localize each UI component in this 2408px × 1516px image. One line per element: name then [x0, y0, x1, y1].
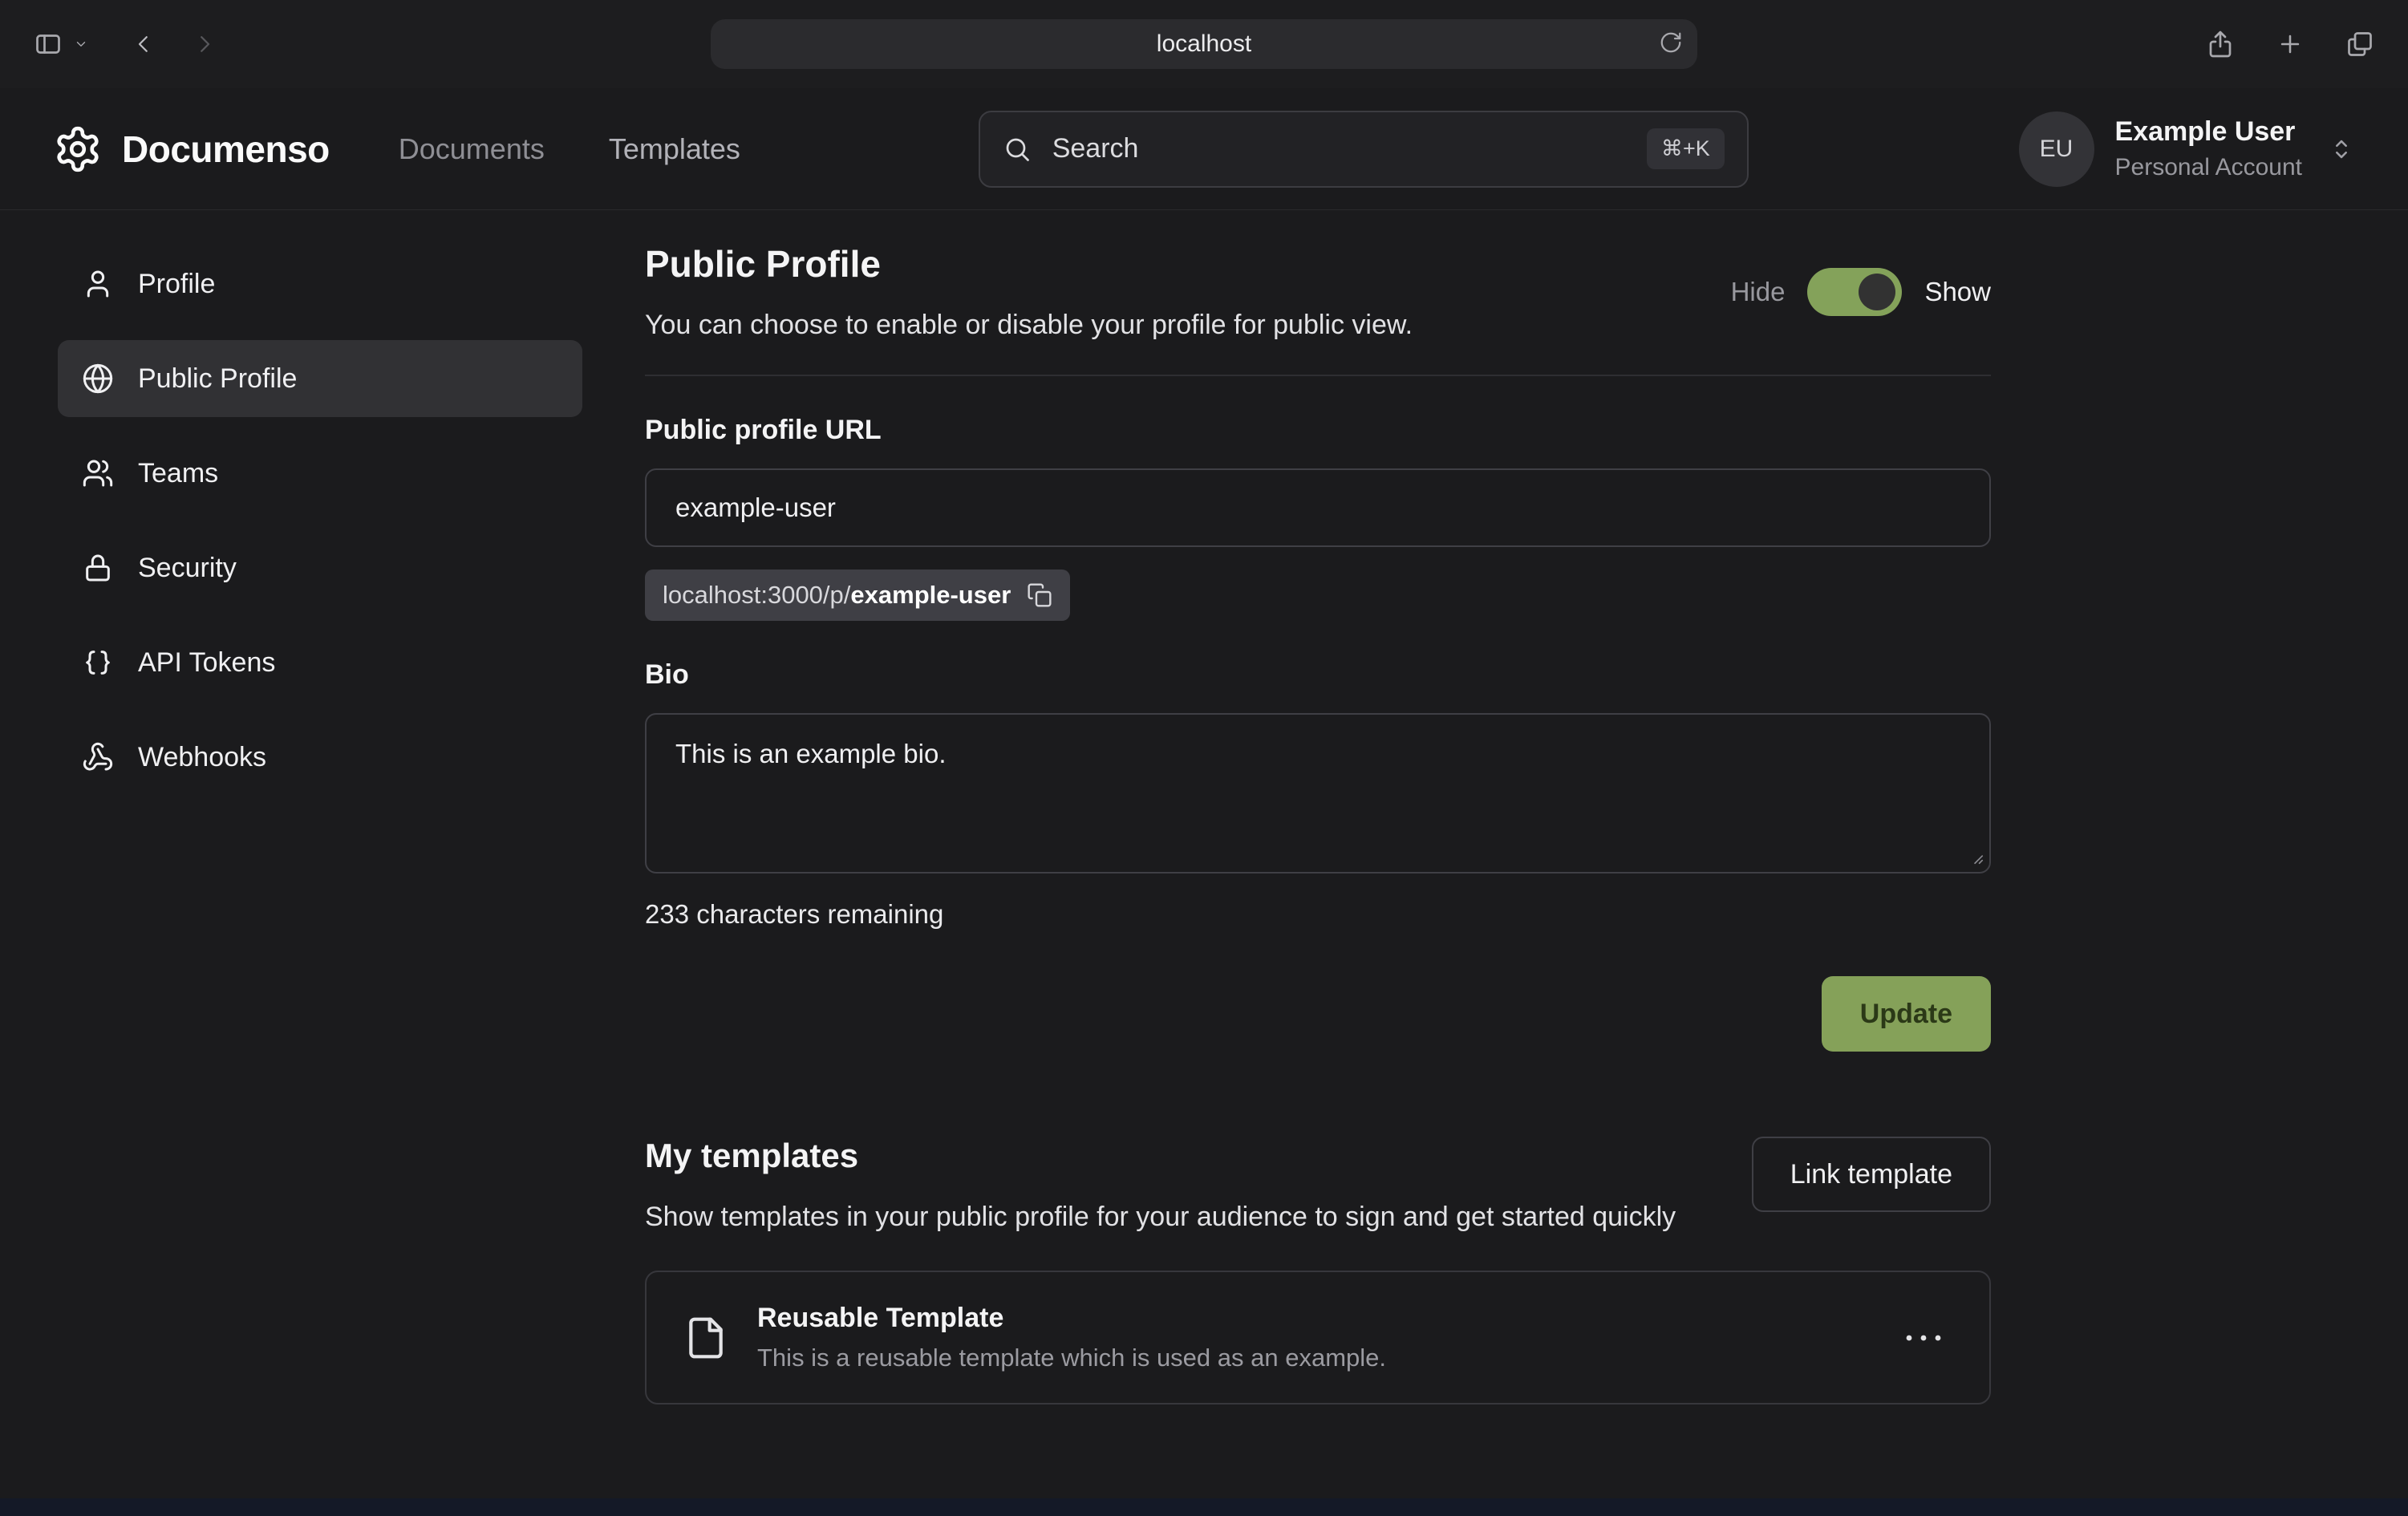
template-description: This is a reusable template which is use…	[757, 1344, 1386, 1372]
public-profile-settings: Public Profile You can choose to enable …	[645, 210, 1991, 1498]
chevrons-up-down-icon	[2328, 136, 2355, 163]
globe-icon	[82, 363, 114, 395]
profile-url-text: localhost:3000/p/example-user	[663, 581, 1011, 610]
nav-documents[interactable]: Documents	[399, 132, 545, 166]
reload-icon	[1659, 30, 1683, 55]
sidebar-item-label: Public Profile	[138, 363, 297, 395]
browser-chrome: localhost	[0, 0, 2408, 88]
sidebar-item-label: Teams	[138, 458, 218, 489]
public-profile-url-input[interactable]	[645, 468, 1991, 547]
search-input[interactable]	[1051, 132, 1628, 165]
sidebar-item-public-profile[interactable]: Public Profile	[58, 340, 582, 417]
page-title: Public Profile	[645, 242, 1413, 286]
nav-templates[interactable]: Templates	[609, 132, 740, 166]
hide-label: Hide	[1731, 277, 1786, 307]
bio-label: Bio	[645, 659, 1991, 691]
share-button[interactable]	[2206, 30, 2235, 59]
sidebar-item-api-tokens[interactable]: API Tokens	[58, 624, 582, 701]
sidebar-item-label: Profile	[138, 269, 215, 300]
forward-button[interactable]	[193, 32, 217, 56]
browser-nav-controls	[34, 30, 711, 59]
search-icon	[1003, 135, 1032, 164]
profile-url-slug: example-user	[850, 581, 1011, 609]
plus-icon	[2276, 30, 2304, 58]
search-shortcut-badge: ⌘+K	[1647, 128, 1725, 169]
copy-url-button[interactable]	[1027, 582, 1052, 608]
browser-window-controls	[1697, 30, 2374, 59]
switch-knob	[1859, 274, 1895, 310]
sidebar-dropdown-button[interactable]	[74, 37, 88, 51]
primary-nav: Documents Templates	[399, 132, 740, 166]
account-name: Example User	[2115, 116, 2302, 148]
sidebar-item-label: API Tokens	[138, 647, 275, 679]
window-bottom-edge	[0, 1498, 2408, 1516]
users-icon	[82, 457, 114, 489]
templates-title: My templates	[645, 1137, 1676, 1175]
sidebar-icon	[34, 30, 63, 59]
sidebar-item-webhooks[interactable]: Webhooks	[58, 719, 582, 796]
update-button[interactable]: Update	[1822, 976, 1991, 1052]
templates-description: Show templates in your public profile fo…	[645, 1198, 1676, 1237]
templates-head-text: My templates Show templates in your publ…	[645, 1137, 1676, 1237]
sidebar-item-profile[interactable]: Profile	[58, 245, 582, 322]
file-icon	[683, 1315, 728, 1360]
documenso-logo-icon	[53, 124, 103, 174]
ellipsis-icon	[1903, 1332, 1944, 1344]
sidebar-item-label: Security	[138, 553, 237, 584]
user-icon	[82, 268, 114, 300]
reload-button[interactable]	[1659, 30, 1683, 55]
documenso-app: Documenso Documents Templates ⌘+K EU Exa…	[0, 88, 2408, 1498]
sidebar-item-label: Webhooks	[138, 742, 266, 773]
bio-textarea[interactable]: This is an example bio.	[645, 713, 1991, 874]
chevron-left-icon	[132, 32, 156, 56]
template-actions-button[interactable]	[1895, 1324, 1952, 1352]
chevron-down-icon	[74, 37, 88, 51]
resize-grip-icon[interactable]	[1967, 848, 1984, 865]
brand[interactable]: Documenso	[53, 124, 330, 174]
brand-wordmark: Documenso	[122, 128, 330, 171]
sidebar-toggle-button[interactable]	[34, 30, 63, 59]
lock-icon	[82, 552, 114, 584]
template-name: Reusable Template	[757, 1303, 1386, 1334]
account-type: Personal Account	[2115, 154, 2302, 181]
webhook-icon	[82, 741, 114, 773]
sidebar-item-security[interactable]: Security	[58, 529, 582, 606]
sidebar-item-teams[interactable]: Teams	[58, 435, 582, 512]
template-card-text: Reusable Template This is a reusable tem…	[757, 1303, 1386, 1372]
page-subtitle: You can choose to enable or disable your…	[645, 310, 1413, 341]
section-divider	[645, 375, 1991, 376]
link-template-button[interactable]: Link template	[1752, 1137, 1991, 1212]
search-bar[interactable]: ⌘+K	[979, 111, 1749, 188]
back-button[interactable]	[132, 32, 156, 56]
public-profile-url-label: Public profile URL	[645, 415, 1991, 446]
show-label: Show	[1924, 277, 1991, 307]
template-card: Reusable Template This is a reusable tem…	[645, 1271, 1991, 1405]
avatar: EU	[2019, 111, 2094, 187]
app-header: Documenso Documents Templates ⌘+K EU Exa…	[0, 88, 2408, 210]
account-menu[interactable]: EU Example User Personal Account	[2019, 111, 2355, 187]
copy-icon	[1027, 582, 1052, 608]
app-body: Profile Public Profile Teams Security	[0, 210, 2408, 1498]
profile-visibility-switch[interactable]	[1807, 268, 1902, 316]
tab-overview-button[interactable]	[2345, 30, 2374, 59]
share-icon	[2206, 30, 2235, 59]
page-head-text: Public Profile You can choose to enable …	[645, 242, 1413, 341]
new-tab-button[interactable]	[2276, 30, 2304, 58]
chevron-right-icon	[193, 32, 217, 56]
characters-remaining: 233 characters remaining	[645, 899, 1991, 930]
settings-sidebar: Profile Public Profile Teams Security	[0, 210, 582, 1498]
address-bar-url: localhost	[1157, 30, 1251, 58]
address-bar[interactable]: localhost	[711, 19, 1697, 69]
visibility-toggle-group: Hide Show	[1731, 268, 1991, 316]
my-templates-section: My templates Show templates in your publ…	[645, 1137, 1991, 1405]
braces-icon	[82, 647, 114, 679]
profile-url-preview: localhost:3000/p/example-user	[645, 570, 1070, 621]
tabs-icon	[2345, 30, 2374, 59]
account-labels: Example User Personal Account	[2115, 116, 2302, 181]
